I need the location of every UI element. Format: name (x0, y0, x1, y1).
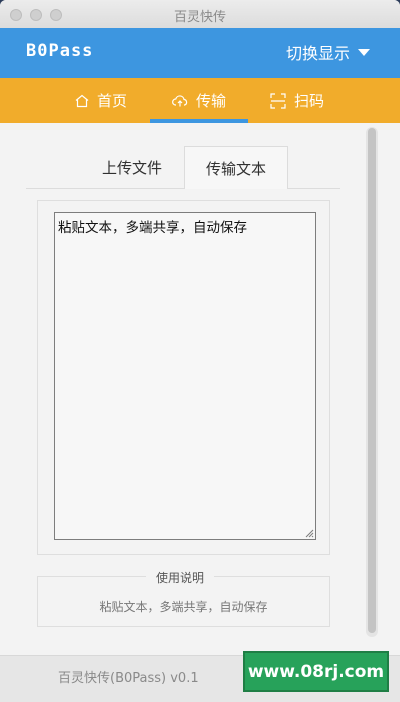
brand-logo-text: B0Pass (26, 41, 94, 61)
app-header: B0Pass 切换显示 (0, 28, 400, 78)
nav-item-scan[interactable]: 扫码 (262, 78, 332, 123)
app-window: 百灵快传 B0Pass 切换显示 首页 传输 扫码 上传文件 传输文本 粘贴文本… (0, 0, 400, 702)
instructions-text: 粘贴文本，多端共享，自动保存 (99, 600, 268, 614)
scrollbar-thumb[interactable] (368, 128, 376, 633)
instructions-legend: 使用说明 (146, 569, 215, 586)
scan-icon (270, 92, 286, 109)
footer-version-text: 百灵快传(B0Pass) v0.1 (58, 671, 199, 686)
window-title: 百灵快传 (173, 10, 226, 25)
tabs-divider (26, 188, 340, 189)
nav-item-home[interactable]: 首页 (66, 78, 136, 123)
home-icon (75, 94, 89, 108)
title-bar[interactable]: 百灵快传 (0, 0, 400, 29)
tab-upload-file[interactable]: 上传文件 (80, 146, 184, 188)
nav-bar: 首页 传输 扫码 (0, 78, 400, 123)
nav-item-transfer[interactable]: 传输 (150, 78, 248, 123)
tab-transfer-text[interactable]: 传输文本 (184, 146, 288, 189)
nav-item-label: 首页 (96, 92, 127, 110)
resize-grip-icon[interactable] (304, 528, 314, 538)
cloud-upload-icon (172, 94, 188, 108)
nav-item-label: 传输 (195, 92, 226, 110)
switch-view-dropdown[interactable]: 切换显示 (286, 40, 370, 64)
caret-down-icon (358, 49, 370, 56)
shared-text-input[interactable]: 粘贴文本，多端共享，自动保存 (54, 212, 316, 540)
watermark-badge: www.08rj.com (243, 651, 389, 692)
nav-item-label: 扫码 (293, 92, 324, 110)
switch-view-label: 切换显示 (285, 44, 350, 63)
